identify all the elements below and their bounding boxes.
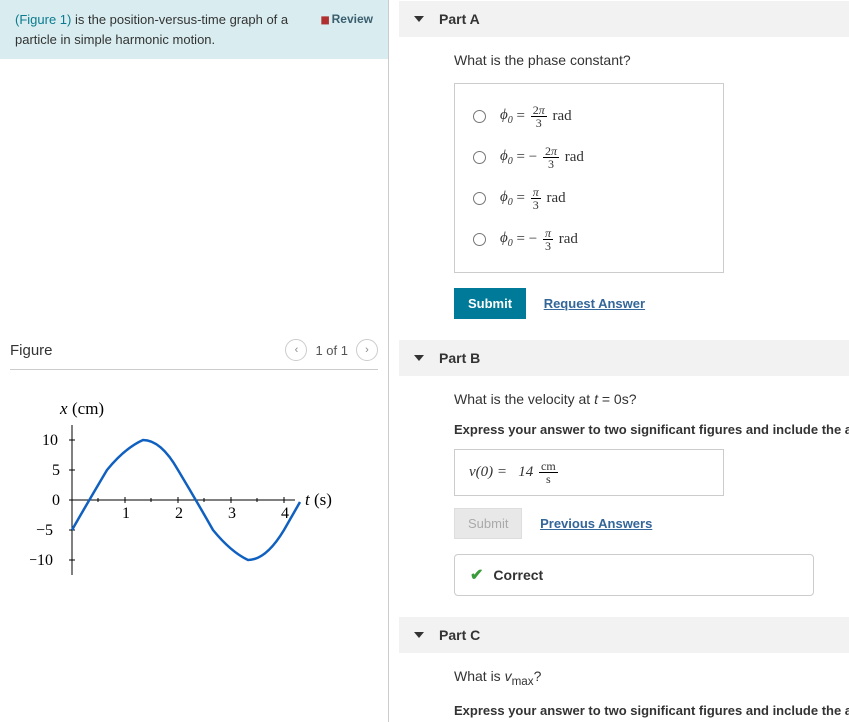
option-3[interactable]: ϕ0 = π3 rad	[473, 178, 705, 219]
option-3-radio[interactable]	[473, 192, 486, 205]
part-b-body: What is the velocity at t = 0s? Express …	[399, 376, 849, 616]
svg-text:4: 4	[281, 505, 289, 522]
previous-answers-link[interactable]: Previous Answers	[540, 516, 652, 531]
part-b-header[interactable]: Part B	[399, 340, 849, 376]
figure-prev-button[interactable]: ‹	[285, 339, 307, 361]
correct-feedback: ✔ Correct	[454, 554, 814, 596]
part-c-header[interactable]: Part C	[399, 617, 849, 653]
part-a-question: What is the phase constant?	[454, 52, 824, 68]
caret-down-icon	[414, 16, 424, 22]
svg-text:2: 2	[175, 505, 183, 522]
option-1[interactable]: ϕ0 = 2π3 rad	[473, 96, 705, 137]
option-2[interactable]: ϕ0 = − 2π3 rad	[473, 137, 705, 178]
figure-count: 1 of 1	[315, 343, 348, 358]
position-time-graph: x (cm) t (s) 10 5 0 −5 −10	[30, 400, 340, 600]
part-b-answer-box: v(0) = 14 cms	[454, 449, 724, 496]
svg-text:(s): (s)	[314, 490, 332, 509]
svg-text:0: 0	[52, 492, 60, 509]
request-answer-link[interactable]: Request Answer	[544, 296, 645, 311]
svg-text:3: 3	[228, 505, 236, 522]
part-a-title: Part A	[439, 11, 480, 27]
svg-text:−5: −5	[36, 522, 53, 539]
svg-text:1: 1	[122, 505, 130, 522]
svg-text:(cm): (cm)	[72, 400, 104, 418]
caret-down-icon	[414, 632, 424, 638]
svg-text:x: x	[59, 400, 68, 418]
svg-text:t: t	[305, 490, 311, 509]
svg-text:10: 10	[42, 432, 58, 449]
part-c-title: Part C	[439, 627, 480, 643]
part-c-body: What is vmax? Express your answer to two…	[399, 653, 849, 722]
part-c-instruction: Express your answer to two significant f…	[454, 703, 824, 718]
part-b-title: Part B	[439, 350, 480, 366]
part-b-instruction: Express your answer to two significant f…	[454, 422, 824, 437]
svg-text:5: 5	[52, 462, 60, 479]
correct-label: Correct	[493, 567, 543, 583]
option-4-radio[interactable]	[473, 233, 486, 246]
part-a-body: What is the phase constant? ϕ0 = 2π3 rad…	[399, 37, 849, 339]
option-2-radio[interactable]	[473, 151, 486, 164]
check-icon: ✔	[470, 565, 483, 585]
part-a-options: ϕ0 = 2π3 rad ϕ0 = − 2π3 rad ϕ0 = π3 rad …	[454, 83, 724, 273]
figure-next-button[interactable]: ›	[356, 339, 378, 361]
figure-section: Figure ‹ 1 of 1 › x (cm) t (s) 10	[0, 339, 388, 623]
part-c-question: What is vmax?	[454, 668, 824, 688]
part-b-question: What is the velocity at t = 0s?	[454, 391, 824, 407]
problem-description: Review (Figure 1) is the position-versus…	[0, 0, 388, 59]
figure-reference-link[interactable]: (Figure 1)	[15, 12, 71, 27]
option-4[interactable]: ϕ0 = − π3 rad	[473, 219, 705, 260]
part-a-header[interactable]: Part A	[399, 1, 849, 37]
figure-title: Figure	[10, 342, 53, 359]
chart: x (cm) t (s) 10 5 0 −5 −10	[10, 370, 378, 623]
part-a-submit-button[interactable]: Submit	[454, 288, 526, 319]
review-link[interactable]: Review	[321, 10, 373, 28]
option-1-radio[interactable]	[473, 110, 486, 123]
caret-down-icon	[414, 355, 424, 361]
part-b-submit-button: Submit	[454, 508, 522, 539]
svg-text:−10: −10	[30, 552, 53, 569]
